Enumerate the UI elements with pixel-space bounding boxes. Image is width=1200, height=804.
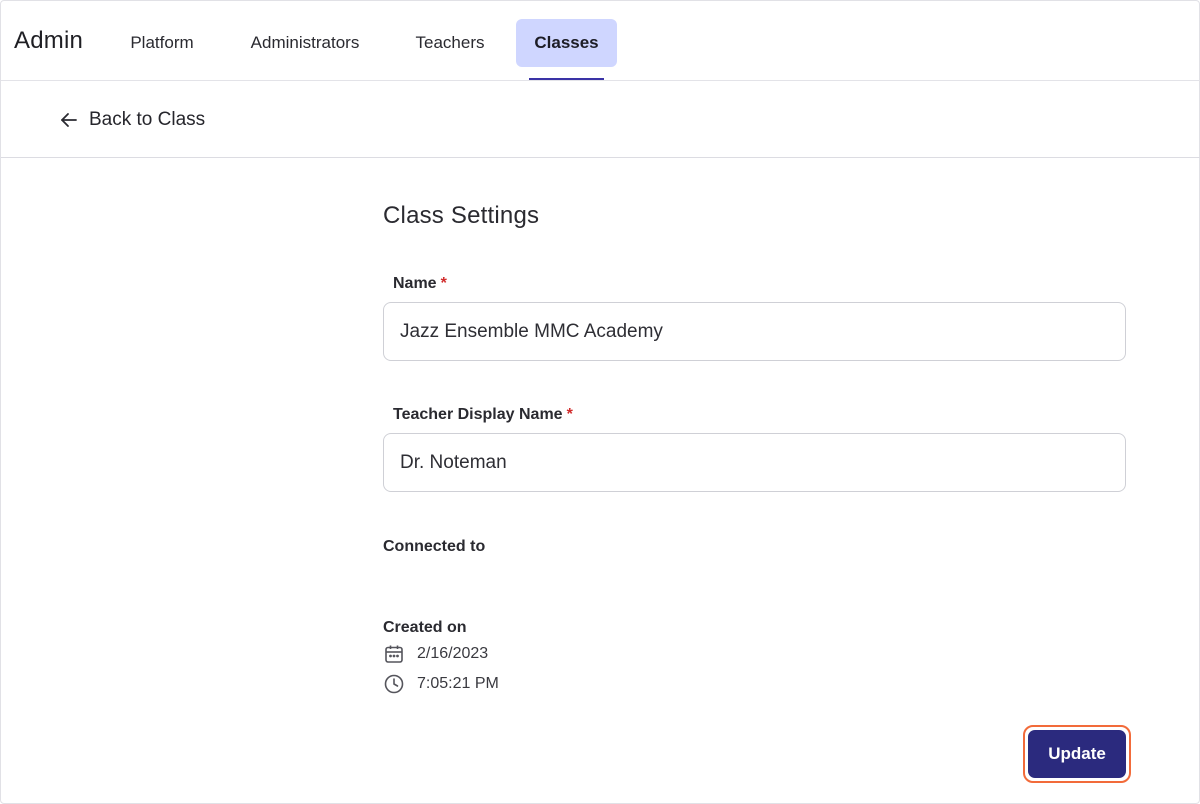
app-window: Admin Platform Administrators Teachers C… (0, 0, 1200, 804)
created-time-row: 7:05:21 PM (383, 672, 499, 696)
teacher-display-name-label: Teacher Display Name * (393, 406, 573, 424)
calendar-icon (385, 645, 403, 663)
clock-icon (384, 674, 404, 694)
app-brand: Admin (14, 27, 84, 54)
name-input[interactable] (383, 302, 1126, 361)
created-date-row: 2/16/2023 (383, 642, 488, 666)
update-button[interactable]: Update (1028, 730, 1126, 778)
teacher-label-text: Teacher Display Name (393, 406, 563, 423)
teacher-display-name-input[interactable] (383, 433, 1126, 492)
tab-teachers[interactable]: Teachers (397, 19, 503, 67)
name-label: Name * (393, 275, 447, 293)
created-on-label: Created on (383, 619, 467, 636)
tab-administrators[interactable]: Administrators (229, 19, 381, 67)
class-settings-form: Class Settings Name* Teacher Display Nam… (383, 158, 1131, 798)
name-label-text: Name (393, 275, 437, 292)
top-navigation: Admin Platform Administrators Teachers C… (1, 1, 1200, 81)
tab-platform[interactable]: Platform (111, 19, 213, 67)
required-mark: * (440, 275, 447, 292)
connected-to-label: Connected to (383, 538, 486, 555)
sub-header: Back to Class (1, 82, 1200, 158)
back-link-label: Back to Class (89, 109, 206, 130)
required-mark: * (566, 406, 573, 423)
back-to-class-link[interactable]: Back to Class (59, 106, 205, 134)
active-tab-indicator (529, 78, 604, 80)
created-time: 7:05:21 PM (417, 675, 499, 692)
arrow-left-icon (61, 113, 77, 127)
tab-classes[interactable]: Classes (516, 19, 617, 67)
page-title: Class Settings (383, 202, 540, 229)
created-date: 2/16/2023 (417, 645, 489, 662)
